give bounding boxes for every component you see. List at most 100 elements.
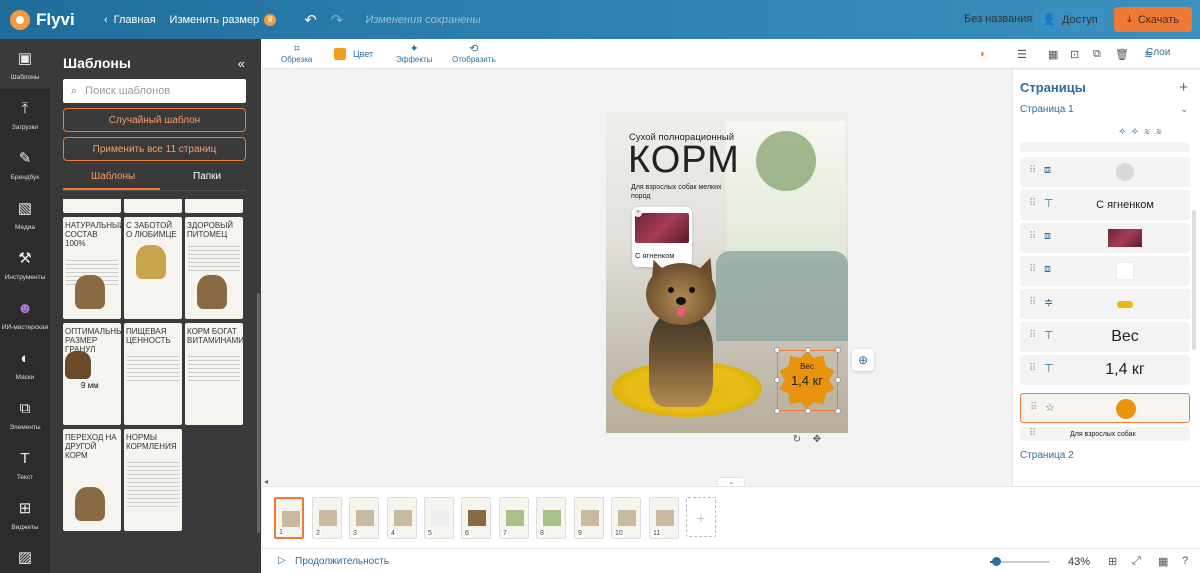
resize-button[interactable]: Изменить размер ♛	[170, 13, 277, 26]
rotate-icon[interactable]: ↻	[791, 434, 803, 446]
template-thumb[interactable]	[185, 199, 243, 213]
tab-folders[interactable]: Папки	[193, 171, 221, 182]
page-thumb[interactable]: 5	[424, 497, 454, 539]
app-logo[interactable]: Flyvi	[10, 9, 90, 30]
chevron-down-icon[interactable]: ⌄	[1180, 104, 1188, 115]
search-input[interactable]: ⌕ Поиск шаблонов	[63, 79, 246, 103]
tab-templates[interactable]: Шаблоны	[91, 171, 135, 182]
document-name[interactable]: Без названия	[964, 13, 1032, 25]
page-thumb[interactable]: 7	[499, 497, 529, 539]
delete-icon[interactable]: 🗑	[1115, 48, 1129, 61]
duration-button[interactable]: Продолжительность	[295, 556, 389, 567]
dog-image[interactable]	[649, 311, 713, 407]
resize-handle[interactable]	[774, 377, 780, 383]
template-thumb[interactable]	[63, 199, 121, 213]
duplicate-icon[interactable]: ⧉	[1093, 48, 1101, 61]
layer-item[interactable]: ⠿ ≑	[1020, 289, 1190, 319]
sidebar-item-ai[interactable]: ☻ ИИ-мастерская	[0, 300, 50, 331]
design-description[interactable]: Для взрослых собак мелких пород	[631, 183, 741, 201]
color-swatch[interactable]	[334, 48, 346, 60]
layers-button[interactable]: Слои	[1146, 47, 1170, 58]
align-icon[interactable]: ☰	[1017, 48, 1027, 61]
drag-handle-icon[interactable]: ⠿	[1029, 428, 1036, 439]
layer-item[interactable]: ⠿ ⊤ 1,4 кг	[1020, 355, 1190, 385]
template-thumb[interactable]: С заботой о любимце	[124, 217, 182, 319]
page-thumb[interactable]: 3	[349, 497, 379, 539]
effects-button[interactable]: ✦ Эффекты	[396, 43, 432, 64]
sidebar-item-masks[interactable]: ◐ Маски	[0, 350, 50, 381]
template-thumb[interactable]: Оптимальный размер гранул 9 мм	[63, 323, 121, 425]
sidebar-item-brandbook[interactable]: ✎ Брендбук	[0, 150, 50, 181]
animate-icon[interactable]: ◑	[978, 48, 985, 60]
drag-handle-icon[interactable]: ⠿	[1029, 165, 1036, 176]
template-thumb[interactable]: Натуральный состав 100%	[63, 217, 121, 319]
grid-view-icon[interactable]: ⊞	[1108, 555, 1117, 568]
zoom-slider-knob[interactable]	[992, 557, 1001, 566]
layer-item[interactable]: ⠿ ⊤ С ягненком	[1020, 190, 1190, 220]
add-page-icon[interactable]: +	[1179, 79, 1188, 96]
page-thumb[interactable]: 4	[387, 497, 417, 539]
scroll-left-icon[interactable]: ◂	[264, 477, 268, 486]
panel-scrollbar[interactable]	[257, 293, 260, 533]
selection-box[interactable]	[777, 350, 838, 411]
template-thumb[interactable]: Переход на другой корм	[63, 429, 121, 531]
flip-button[interactable]: ⟲ Отобразить	[452, 43, 496, 64]
template-thumb[interactable]: Корм богат витаминами	[185, 323, 243, 425]
add-page-button[interactable]: +	[686, 497, 716, 537]
layer-item[interactable]	[1020, 142, 1190, 152]
transparency-icon[interactable]: ▦	[1048, 48, 1058, 61]
download-button[interactable]: ⤓ Скачать	[1114, 7, 1192, 32]
layers-scrollbar[interactable]	[1192, 210, 1196, 350]
sidebar-item-text[interactable]: T Текст	[0, 450, 50, 481]
drag-handle-icon[interactable]: ⠿	[1029, 231, 1036, 242]
drag-handle-icon[interactable]: ⠿	[1029, 363, 1036, 374]
page-thumb[interactable]: 2	[312, 497, 342, 539]
sidebar-item-elements[interactable]: ⧉ Элементы	[0, 400, 50, 431]
page-2-label[interactable]: Страница 2	[1020, 450, 1074, 461]
layer-item[interactable]: ⠿ ⧈	[1020, 256, 1190, 286]
layer-order-icons[interactable]: ⟡⟡≋≋	[1119, 126, 1168, 137]
fullscreen-icon[interactable]: ⤢	[1132, 555, 1141, 568]
drag-handle-icon[interactable]: ⠿	[1029, 198, 1036, 209]
resize-handle[interactable]	[805, 408, 811, 414]
play-icon[interactable]: ▷	[278, 555, 286, 566]
redo-icon[interactable]: ↷	[331, 11, 344, 29]
template-thumb[interactable]: Пищевая ценность	[124, 323, 182, 425]
apply-all-pages-button[interactable]: Применить все 11 страниц	[63, 137, 246, 161]
resize-handle[interactable]	[835, 347, 841, 353]
resize-handle[interactable]	[835, 408, 841, 414]
sidebar-item-tools[interactable]: ⚒ Инструменты	[0, 250, 50, 281]
layer-item[interactable]: ⠿ ⊤ Вес	[1020, 322, 1190, 352]
design-headline[interactable]: КОРМ	[628, 139, 740, 182]
resize-handle[interactable]	[774, 347, 780, 353]
drag-handle-icon[interactable]: ⠿	[1029, 297, 1036, 308]
sidebar-item-uploads[interactable]: ⤒ Загрузки	[0, 100, 50, 131]
drag-handle-icon[interactable]: ⠿	[1030, 402, 1037, 413]
page-thumb[interactable]: 11	[649, 497, 679, 539]
drag-handle-icon[interactable]: ⠿	[1029, 264, 1036, 275]
zoom-value[interactable]: 43%	[1068, 556, 1090, 568]
home-link[interactable]: ‹ Главная	[104, 14, 156, 26]
layer-item[interactable]: ⠿ ⧈	[1020, 223, 1190, 253]
layer-item[interactable]: ⠿ ⧈	[1020, 157, 1190, 187]
help-icon[interactable]: ?	[1182, 555, 1188, 567]
sidebar-item-templates[interactable]: ▣ Шаблоны	[0, 39, 50, 89]
sidebar-item-media[interactable]: ▧ Медиа	[0, 200, 50, 231]
resize-handle[interactable]	[835, 377, 841, 383]
template-thumb[interactable]: Нормы кормления	[124, 429, 182, 531]
move-icon[interactable]: ✥	[811, 434, 823, 446]
sidebar-item-more[interactable]: ▨	[0, 549, 50, 573]
access-button[interactable]: 👤 Доступ	[1034, 7, 1106, 32]
lock-icon[interactable]: ⊡	[1070, 48, 1079, 61]
page-thumb[interactable]: 10	[611, 497, 641, 539]
undo-icon[interactable]: ↶	[304, 11, 317, 29]
color-label[interactable]: Цвет	[353, 49, 373, 59]
layer-item-selected[interactable]: ⠿ ☆	[1020, 393, 1190, 423]
drag-handle-icon[interactable]: ⠿	[1029, 330, 1036, 341]
collapse-panel-icon[interactable]: «	[238, 56, 245, 71]
template-thumb[interactable]: Здоровый питомец	[185, 217, 243, 319]
add-comment-icon[interactable]: ⊕	[852, 349, 874, 371]
layer-item[interactable]: ⠿ Для взрослых собак	[1020, 427, 1190, 441]
sidebar-item-widgets[interactable]: ⊞ Виджеты	[0, 500, 50, 531]
resize-handle[interactable]	[805, 347, 811, 353]
